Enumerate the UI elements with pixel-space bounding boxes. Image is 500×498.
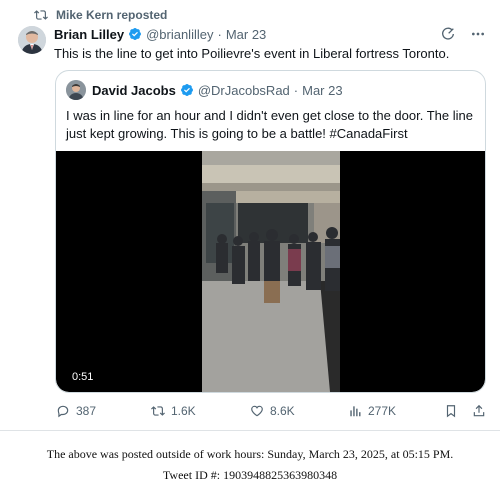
repost-count: 1.6K xyxy=(171,404,196,418)
views-icon xyxy=(350,406,361,417)
tweet-card: Mike Kern reposted Brian Lilley @brianli… xyxy=(0,0,500,431)
video-duration: 0:51 xyxy=(72,371,94,383)
like-count: 8.6K xyxy=(270,404,295,418)
author-avatar[interactable] xyxy=(18,26,46,54)
quoted-tweet-text: I was in line for an hour and I didn't e… xyxy=(66,108,473,141)
view-count: 277K xyxy=(368,404,397,418)
quoted-header-separator: · xyxy=(293,82,299,98)
reply-button[interactable]: 387 xyxy=(56,404,96,418)
like-button[interactable]: 8.6K xyxy=(250,404,295,418)
footer-tweet-id: Tweet ID #: 1903948825363980348 xyxy=(162,468,338,482)
footer-note: The above was posted outside of work hou… xyxy=(0,444,500,486)
tweet-date[interactable]: Mar 23 xyxy=(226,27,266,42)
repost-banner[interactable]: Mike Kern reposted xyxy=(34,6,167,24)
quoted-avatar-image xyxy=(66,80,86,100)
action-bar: 387 1.6K 8.6K 277K xyxy=(54,402,486,420)
footer-posted-line: The above was posted outside of work hou… xyxy=(46,447,454,461)
reply-icon xyxy=(57,405,69,418)
verified-badge-icon xyxy=(129,28,142,40)
quoted-author-name[interactable]: David Jacobs xyxy=(92,83,176,98)
quoted-tweet-date[interactable]: Mar 23 xyxy=(302,83,342,98)
share-icon xyxy=(473,404,485,417)
bookmark-button[interactable] xyxy=(444,404,458,418)
repost-label: Mike Kern reposted xyxy=(56,8,168,22)
quoted-tweet[interactable]: David Jacobs @DrJacobsRad · Mar 23 I was… xyxy=(55,70,486,393)
reply-count: 387 xyxy=(76,404,97,418)
bookmark-icon xyxy=(446,405,456,418)
video-player[interactable]: 0:51 xyxy=(56,151,485,392)
quoted-author-avatar[interactable] xyxy=(66,80,86,100)
views-button[interactable]: 277K xyxy=(348,404,396,418)
author-name[interactable]: Brian Lilley xyxy=(54,27,124,42)
repost-icon xyxy=(34,10,48,20)
video-frame xyxy=(202,151,340,392)
tweet-text: This is the line to get into Poilievre's… xyxy=(54,46,450,61)
header-separator: · xyxy=(217,26,222,42)
quoted-header: David Jacobs @DrJacobsRad · Mar 23 xyxy=(92,81,343,99)
grok-icon[interactable] xyxy=(440,26,456,42)
tweet-header: Brian Lilley @brianlilley · Mar 23 xyxy=(54,24,486,44)
author-avatar-image xyxy=(18,26,46,54)
author-handle[interactable]: @brianlilley xyxy=(146,27,213,42)
repost-button[interactable]: 1.6K xyxy=(151,404,196,418)
verified-badge-icon xyxy=(180,84,193,96)
repost-icon xyxy=(151,406,165,416)
quoted-author-handle[interactable]: @DrJacobsRad xyxy=(198,83,290,98)
share-button[interactable] xyxy=(472,404,486,418)
heart-icon xyxy=(251,405,263,417)
more-icon[interactable] xyxy=(470,26,486,42)
